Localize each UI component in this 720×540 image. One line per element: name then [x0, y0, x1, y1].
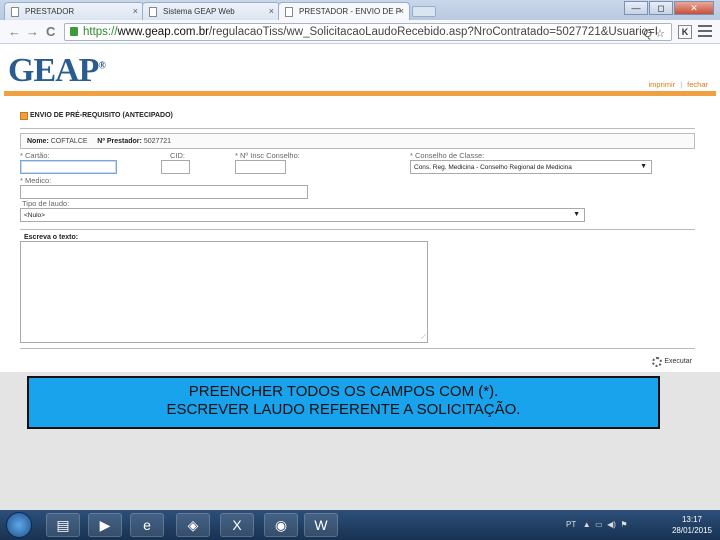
- provider-value: 5027721: [143, 138, 172, 145]
- header-divider: [4, 91, 716, 96]
- browser-toolbar: ← → C https://www.geap.com.br/regulacaoT…: [0, 20, 720, 44]
- window-controls: — ◻ ✕: [624, 1, 714, 15]
- print-link[interactable]: imprimir: [649, 80, 676, 89]
- annotation-line-1: PREENCHER TODOS OS CAMPOS COM (*).: [188, 383, 499, 400]
- browser-tab-bar: PRESTADOR × Sistema GEAP Web × PRESTADOR…: [0, 0, 720, 20]
- url-path: /regulacaoTiss/ww_SolicitacaoLaudoRecebi…: [208, 26, 658, 38]
- start-button[interactable]: [6, 512, 32, 538]
- form-title: ENVIO DE PRÉ-REQUISITO (ANTECIPADO): [20, 112, 173, 120]
- url-host: www.geap.com.br: [117, 26, 209, 38]
- tab-label: PRESTADOR: [25, 7, 75, 16]
- bookmark-star-icon[interactable]: Q ☆: [644, 26, 665, 40]
- gear-icon: [652, 357, 663, 367]
- dropdown-arrow-icon: ▼: [640, 163, 647, 170]
- close-link[interactable]: fechar: [687, 80, 708, 89]
- dropdown-arrow-icon: ▼: [573, 211, 580, 218]
- clock-time: 13:17: [681, 515, 702, 524]
- close-window-button[interactable]: ✕: [674, 1, 714, 15]
- divider: [20, 128, 695, 129]
- divider: [20, 229, 695, 230]
- page-icon: [285, 7, 293, 17]
- link-separator: |: [680, 80, 683, 89]
- medico-input[interactable]: [20, 185, 308, 199]
- conselho-classe-select[interactable]: Cons. Reg. Medicina - Conselho Regional …: [410, 160, 652, 174]
- system-tray: PT ▲ ▭ ◀) ⚑: [566, 520, 628, 529]
- minimize-button[interactable]: —: [624, 1, 648, 15]
- file-explorer-icon[interactable]: ▤: [46, 513, 80, 537]
- tab-close-icon[interactable]: ×: [269, 6, 274, 16]
- logo-mark: ®: [98, 60, 106, 72]
- tab-close-icon[interactable]: ×: [133, 6, 138, 16]
- tab-label: PRESTADOR - ENVIO DE P: [299, 7, 402, 16]
- excel-icon[interactable]: X: [220, 513, 254, 537]
- tipo-laudo-select[interactable]: <Nulo> ▼: [20, 208, 585, 222]
- maximize-button[interactable]: ◻: [649, 1, 673, 15]
- page-icon: [149, 7, 157, 17]
- cartao-label: * Cartão:: [20, 151, 50, 160]
- laudo-textarea[interactable]: [20, 241, 428, 343]
- conselho-number-input[interactable]: [235, 160, 286, 174]
- name-value: COFTALCE: [50, 138, 88, 145]
- tab-prestador-envio[interactable]: PRESTADOR - ENVIO DE P ×: [278, 2, 410, 20]
- internet-explorer-icon[interactable]: e: [130, 513, 164, 537]
- conselho-number-label: * Nº Insc Conselho:: [235, 151, 300, 160]
- conselho-classe-label: * Conselho de Classe:: [410, 151, 485, 160]
- tab-close-icon[interactable]: ×: [399, 6, 404, 16]
- language-indicator[interactable]: PT: [566, 520, 576, 529]
- tipo-laudo-label: Tipo de laudo:: [22, 199, 70, 208]
- cid-input[interactable]: [161, 160, 190, 174]
- provider-label: Nº Prestador:: [97, 138, 142, 145]
- instruction-annotation: PREENCHER TODOS OS CAMPOS COM (*). ESCRE…: [27, 376, 660, 429]
- extension-button[interactable]: K: [678, 25, 692, 39]
- menu-icon[interactable]: [698, 25, 712, 37]
- lock-icon: [70, 27, 78, 36]
- conselho-classe-value: Cons. Reg. Medicina - Conselho Regional …: [414, 164, 572, 171]
- medico-label: * Medico:: [20, 176, 52, 185]
- word-icon[interactable]: W: [304, 513, 338, 537]
- cid-label: CID:: [170, 151, 185, 160]
- clock[interactable]: 13:17 28/01/2015: [672, 514, 712, 536]
- clock-date: 28/01/2015: [671, 526, 712, 535]
- address-bar[interactable]: https://www.geap.com.br/regulacaoTiss/ww…: [64, 23, 672, 41]
- reload-icon[interactable]: C: [46, 24, 55, 39]
- execute-label: Executar: [664, 358, 692, 365]
- url-scheme: https://: [83, 26, 118, 38]
- name-label: Nome:: [27, 138, 49, 145]
- tipo-laudo-value: <Nulo>: [24, 212, 45, 219]
- divider: [20, 348, 695, 349]
- cartao-input[interactable]: [20, 160, 117, 174]
- execute-button[interactable]: Executar: [652, 357, 692, 367]
- new-tab-button[interactable]: [412, 6, 436, 17]
- tab-sistema-geap[interactable]: Sistema GEAP Web ×: [142, 2, 280, 20]
- header-links: imprimir | fechar: [649, 80, 708, 89]
- texto-label: Escreva o texto:: [24, 234, 79, 241]
- chrome-icon[interactable]: ◉: [264, 513, 298, 537]
- media-player-icon[interactable]: ▶: [88, 513, 122, 537]
- tab-prestador[interactable]: PRESTADOR ×: [4, 2, 144, 20]
- tab-label: Sistema GEAP Web: [163, 7, 235, 16]
- forward-arrow-icon[interactable]: →: [26, 24, 39, 39]
- network-app-icon[interactable]: ◈: [176, 513, 210, 537]
- page-icon: [11, 7, 19, 17]
- geap-logo: GEAP®: [8, 52, 106, 89]
- annotation-line-2: ESCREVER LAUDO REFERENTE A SOLICITAÇÃO.: [166, 401, 521, 418]
- windows-taskbar: ▤ ▶ e ◈ X ◉ W PT ▲ ▭ ◀) ⚑ 13:17 28/01/20…: [0, 510, 720, 540]
- provider-info: Nome: COFTALCE Nº Prestador: 5027721: [20, 133, 695, 149]
- back-arrow-icon[interactable]: ←: [8, 24, 21, 39]
